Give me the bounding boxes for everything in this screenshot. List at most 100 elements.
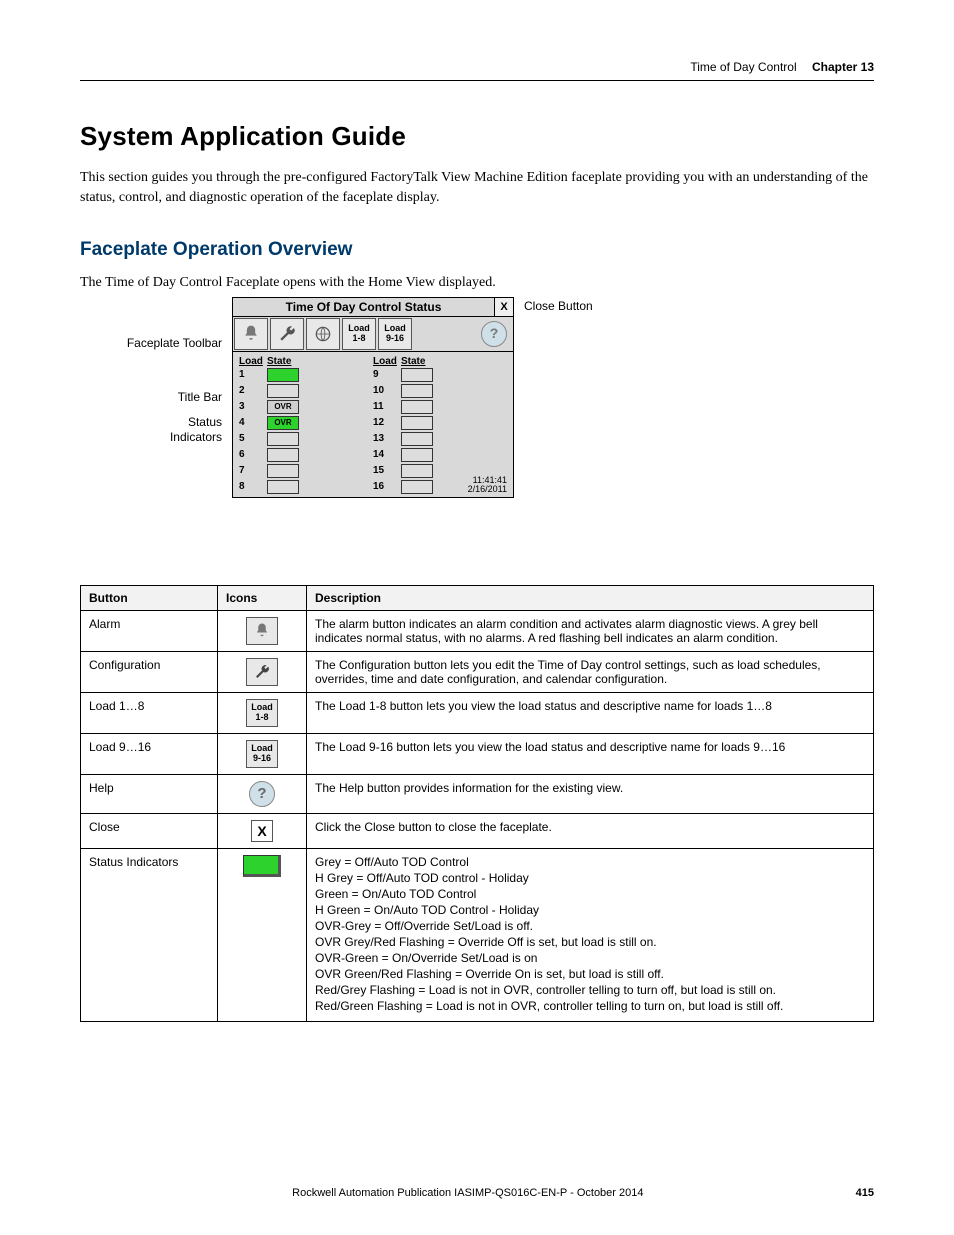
- status-chip-icon: [243, 855, 281, 877]
- load-number: 5: [239, 433, 267, 444]
- status-line: H Green = On/Auto TOD Control - Holiday: [315, 903, 865, 917]
- load-range-icon: Load 1-8: [246, 699, 278, 727]
- configuration-button[interactable]: [270, 318, 304, 350]
- load-row: 11: [373, 399, 507, 415]
- table-row: AlarmThe alarm button indicates an alarm…: [81, 610, 874, 651]
- button-name-cell: Close: [81, 813, 218, 848]
- alarm-button[interactable]: [234, 318, 268, 350]
- load-column-left: Load State 123OVR4OVR5678: [239, 356, 373, 495]
- state-indicator: [267, 432, 299, 446]
- wrench-icon: [246, 658, 278, 686]
- state-indicator: [267, 480, 299, 494]
- load-row: 5: [239, 431, 373, 447]
- load-row: 2: [239, 383, 373, 399]
- faceplate-timestamp: 11:41:41 2/16/2011: [468, 476, 507, 495]
- state-indicator: [401, 416, 433, 430]
- th-button: Button: [81, 585, 218, 610]
- load-number: 14: [373, 449, 401, 460]
- col-header-left: Load State: [239, 356, 373, 367]
- state-indicator: [267, 448, 299, 462]
- load-row: 14: [373, 447, 507, 463]
- button-name-cell: Configuration: [81, 651, 218, 692]
- status-line: OVR-Grey = Off/Override Set/Load is off.: [315, 919, 865, 933]
- status-line: OVR-Green = On/Override Set/Load is on: [315, 951, 865, 965]
- table-row: ConfigurationThe Configuration button le…: [81, 651, 874, 692]
- load-number: 2: [239, 385, 267, 396]
- faceplate-title: Time Of Day Control Status: [233, 298, 494, 316]
- icon-cell: Load 9-16: [218, 733, 307, 774]
- calendar-config-button[interactable]: [306, 318, 340, 350]
- state-indicator: OVR: [267, 400, 299, 414]
- button-name-cell: Status Indicators: [81, 848, 218, 1021]
- state-indicator: [401, 480, 433, 494]
- globe-icon: [313, 324, 333, 344]
- bell-icon: [241, 324, 261, 344]
- load-row: 6: [239, 447, 373, 463]
- load-row: 8: [239, 479, 373, 495]
- description-cell: Click the Close button to close the face…: [307, 813, 874, 848]
- load-number: 6: [239, 449, 267, 460]
- load-number: 7: [239, 465, 267, 476]
- intro-paragraph: This section guides you through the pre-…: [80, 168, 874, 209]
- question-icon: ?: [249, 781, 275, 807]
- footer-publication: Rockwell Automation Publication IASIMP-Q…: [292, 1187, 643, 1199]
- table-row: Load 9…16 Load 9-16 The Load 9-16 button l…: [81, 733, 874, 774]
- icon-cell: [218, 848, 307, 1021]
- page-footer: Rockwell Automation Publication IASIMP-Q…: [80, 1187, 874, 1199]
- load-1-8-button[interactable]: Load 1-8: [342, 318, 376, 350]
- load-row: 12: [373, 415, 507, 431]
- status-line: Red/Green Flashing = Load is not in OVR,…: [315, 999, 865, 1013]
- page-title: System Application Guide: [80, 121, 874, 152]
- faceplate-body: Load State 123OVR4OVR5678 Load State 910…: [233, 352, 513, 497]
- col-header-right: Load State: [373, 356, 507, 367]
- load-number: 12: [373, 417, 401, 428]
- faceplate-close-button[interactable]: X: [494, 298, 513, 316]
- load-number: 4: [239, 417, 267, 428]
- load-number: 11: [373, 401, 401, 412]
- status-line: Red/Grey Flashing = Load is not in OVR, …: [315, 983, 865, 997]
- state-indicator: [267, 464, 299, 478]
- load-number: 13: [373, 433, 401, 444]
- wrench-icon: [277, 324, 297, 344]
- faceplate-caption: The Time of Day Control Faceplate opens …: [80, 275, 874, 291]
- faceplate-toolbar: Load 1-8 Load 9-16 ?: [233, 317, 513, 352]
- faceplate-diagram: Title Bar Time Of Day Control Status X: [112, 297, 874, 555]
- description-cell: Grey = Off/Auto TOD ControlH Grey = Off/…: [307, 848, 874, 1021]
- button-name-cell: Help: [81, 774, 218, 813]
- load-row: 9: [373, 367, 507, 383]
- icon-cell: ?: [218, 774, 307, 813]
- state-indicator: [401, 400, 433, 414]
- header-chapter: Chapter 13: [812, 60, 874, 74]
- icon-cell: X: [218, 813, 307, 848]
- load-number: 10: [373, 385, 401, 396]
- label-close-button: Close Button: [514, 299, 593, 313]
- load-row: 7: [239, 463, 373, 479]
- state-indicator: [401, 432, 433, 446]
- help-button[interactable]: ?: [481, 321, 507, 347]
- status-line: Green = On/Auto TOD Control: [315, 887, 865, 901]
- page-header: Time of Day Control Chapter 13: [80, 60, 874, 81]
- label-title-bar: Title Bar: [112, 390, 232, 405]
- load-range-icon: Load 9-16: [246, 740, 278, 768]
- load-9-16-button[interactable]: Load 9-16: [378, 318, 412, 350]
- state-indicator: [267, 368, 299, 382]
- faceplate-date: 2/16/2011: [468, 485, 507, 494]
- button-name-cell: Load 9…16: [81, 733, 218, 774]
- state-indicator: [401, 368, 433, 382]
- th-description: Description: [307, 585, 874, 610]
- table-row: Help?The Help button provides informatio…: [81, 774, 874, 813]
- question-icon: ?: [490, 326, 499, 341]
- load-row: 10: [373, 383, 507, 399]
- button-name-cell: Alarm: [81, 610, 218, 651]
- load-row: 4OVR: [239, 415, 373, 431]
- close-icon: X: [251, 820, 273, 842]
- load-row: 1: [239, 367, 373, 383]
- load-number: 8: [239, 481, 267, 492]
- description-cell: The Load 1-8 button lets you view the lo…: [307, 692, 874, 733]
- state-indicator: [401, 384, 433, 398]
- button-description-table: Button Icons Description AlarmThe alarm …: [80, 585, 874, 1022]
- button-name-cell: Load 1…8: [81, 692, 218, 733]
- description-cell: The Load 9-16 button lets you view the l…: [307, 733, 874, 774]
- state-indicator: OVR: [267, 416, 299, 430]
- subheading: Faceplate Operation Overview: [80, 239, 874, 261]
